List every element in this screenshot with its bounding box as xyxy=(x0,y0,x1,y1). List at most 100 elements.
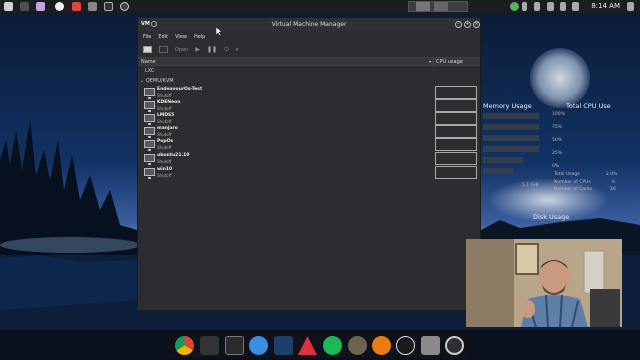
vm-status: Shutoff xyxy=(157,119,172,124)
vm-row-popos[interactable]: PopOs Shutoff xyxy=(144,138,480,152)
cpu-tick-50: 50% xyxy=(552,138,563,143)
vm-row-endeavouros[interactable]: EndeavourOs-Test Shutoff xyxy=(144,86,480,100)
cpu-stat-total-label: Total Usage xyxy=(554,172,580,177)
kde-connect-icon[interactable] xyxy=(55,2,64,11)
spotify-icon[interactable] xyxy=(323,336,342,355)
mail-icon[interactable] xyxy=(547,2,554,11)
chrome-icon[interactable] xyxy=(175,336,194,355)
vmm-titlebar[interactable]: VM Virtual Machine Manager – + × xyxy=(138,18,480,31)
cpu-tick-0: 0% xyxy=(552,164,560,169)
column-cpu[interactable]: CPU usage xyxy=(436,59,463,65)
menu-bar: File Edit View Help xyxy=(138,32,480,42)
vm-name: KDENeon xyxy=(157,100,181,105)
mail-icon[interactable] xyxy=(249,336,268,355)
column-name[interactable]: Name xyxy=(141,59,156,65)
workspace-2[interactable] xyxy=(434,2,448,11)
memory-bar-6 xyxy=(483,168,513,174)
network-icon[interactable] xyxy=(510,2,519,11)
close-button[interactable]: × xyxy=(473,21,480,28)
vmm-window: VM Virtual Machine Manager – + × File Ed… xyxy=(137,17,481,311)
vm-status: Shutoff xyxy=(157,106,172,111)
cpu-stat-cpus-value: 6 xyxy=(612,180,615,185)
cpu-graph xyxy=(435,138,477,151)
new-vm-icon[interactable] xyxy=(143,46,152,53)
connection-qemu[interactable]: ⌄ QEMU/KVM xyxy=(140,78,174,84)
vm-name: ubuntu21.10 xyxy=(157,153,190,158)
power-icon[interactable] xyxy=(560,2,566,11)
cpu-graph xyxy=(435,99,477,112)
apps-icon[interactable] xyxy=(4,2,13,11)
connection-lxc[interactable]: LXC xyxy=(145,68,154,74)
gimp-icon[interactable] xyxy=(348,336,367,355)
minimize-button[interactable]: – xyxy=(455,21,462,28)
cpu-stat-cores-label: Number of Cores xyxy=(554,187,593,192)
connection-label: QEMU/KVM xyxy=(145,78,174,84)
vm-name: manjaro xyxy=(157,126,178,131)
notes-icon[interactable] xyxy=(225,336,244,355)
folder-icon[interactable] xyxy=(72,2,81,11)
memory-bar-4 xyxy=(483,146,539,152)
top-panel: 8:14 AM xyxy=(0,0,640,13)
bluetooth-icon[interactable] xyxy=(522,2,527,11)
memory-bar-5 xyxy=(483,157,523,163)
workspace-1[interactable] xyxy=(416,2,430,11)
vmm-icon[interactable] xyxy=(421,336,440,355)
vm-row-ubuntu[interactable]: ubuntu21.10 Shutoff xyxy=(144,152,480,166)
vm-row-kdeneon[interactable]: KDENeon Shutoff xyxy=(144,99,480,113)
audio-icon[interactable] xyxy=(396,336,415,355)
memory-widget-title: Memory Usage xyxy=(483,102,532,110)
cpu-graph xyxy=(435,86,477,99)
vm-row-manjaro[interactable]: manjaro Shutoff xyxy=(144,125,480,139)
monitor-icon xyxy=(144,140,155,151)
cpu-stat-total-value: 2.0% xyxy=(606,172,618,177)
webcam-overlay xyxy=(466,239,622,327)
menu-file[interactable]: File xyxy=(143,34,151,40)
image-icon[interactable] xyxy=(88,2,97,11)
maximize-button[interactable]: + xyxy=(464,21,471,28)
cpu-tick-100: 100% xyxy=(552,112,565,117)
expand-chevron-icon[interactable]: ⌄ xyxy=(140,78,144,84)
settings-icon[interactable] xyxy=(452,336,471,355)
update-icon[interactable] xyxy=(104,2,113,11)
run-icon[interactable]: ▶ xyxy=(195,46,200,53)
monitor-icon[interactable] xyxy=(159,46,168,53)
menu-edit[interactable]: Edit xyxy=(158,34,168,40)
toolbar: Open ▶ ❚❚ ⏻ ▾ xyxy=(138,43,480,56)
memory-bar-3 xyxy=(483,135,539,141)
vm-row-win10[interactable]: win10 Shutoff xyxy=(144,166,480,180)
vm-status: Shutoff xyxy=(157,132,172,137)
column-separator xyxy=(433,58,434,65)
calendar-icon[interactable] xyxy=(627,2,634,11)
webcam-person-image xyxy=(466,239,622,327)
cpu-stat-cpus-label: Number of CPUs xyxy=(554,180,591,185)
cpu-stat-cores-value: 16 xyxy=(610,187,616,192)
monitor-icon xyxy=(144,168,155,179)
mouse-cursor xyxy=(216,27,222,36)
blender-icon[interactable] xyxy=(372,336,391,355)
vm-row-lmde5[interactable]: LMDE5 Shutoff xyxy=(144,112,480,126)
cpu-graph xyxy=(435,166,477,179)
disk-widget-title: Disk Usage xyxy=(533,213,570,221)
files-icon[interactable] xyxy=(36,2,45,11)
memory-bar-1 xyxy=(483,113,539,119)
battery-icon[interactable] xyxy=(572,2,579,11)
pause-icon[interactable]: ❚❚ xyxy=(207,46,217,53)
clock[interactable]: 8:14 AM xyxy=(591,2,620,10)
monitor-icon xyxy=(144,127,155,138)
vm-list-header: Name ▾ CPU usage xyxy=(138,57,480,66)
menu-view[interactable]: View xyxy=(175,34,187,40)
power-icon[interactable]: ⏻ xyxy=(224,46,229,54)
menu-help[interactable]: Help xyxy=(194,34,205,40)
chevron-down-icon[interactable]: ▾ xyxy=(236,47,239,53)
terminal-icon[interactable] xyxy=(20,2,29,11)
vm-name: EndeavourOs-Test xyxy=(157,87,203,92)
open-button[interactable]: Open xyxy=(175,47,188,53)
vm-status: Shutoff xyxy=(157,173,172,178)
monitor-icon xyxy=(144,154,155,165)
monitor-icon xyxy=(144,101,155,112)
davinci-icon[interactable] xyxy=(274,336,293,355)
terminal-icon[interactable] xyxy=(200,336,219,355)
sort-icon[interactable]: ▾ xyxy=(429,59,431,64)
volume-icon[interactable] xyxy=(534,2,540,11)
steam-icon[interactable] xyxy=(120,2,129,11)
